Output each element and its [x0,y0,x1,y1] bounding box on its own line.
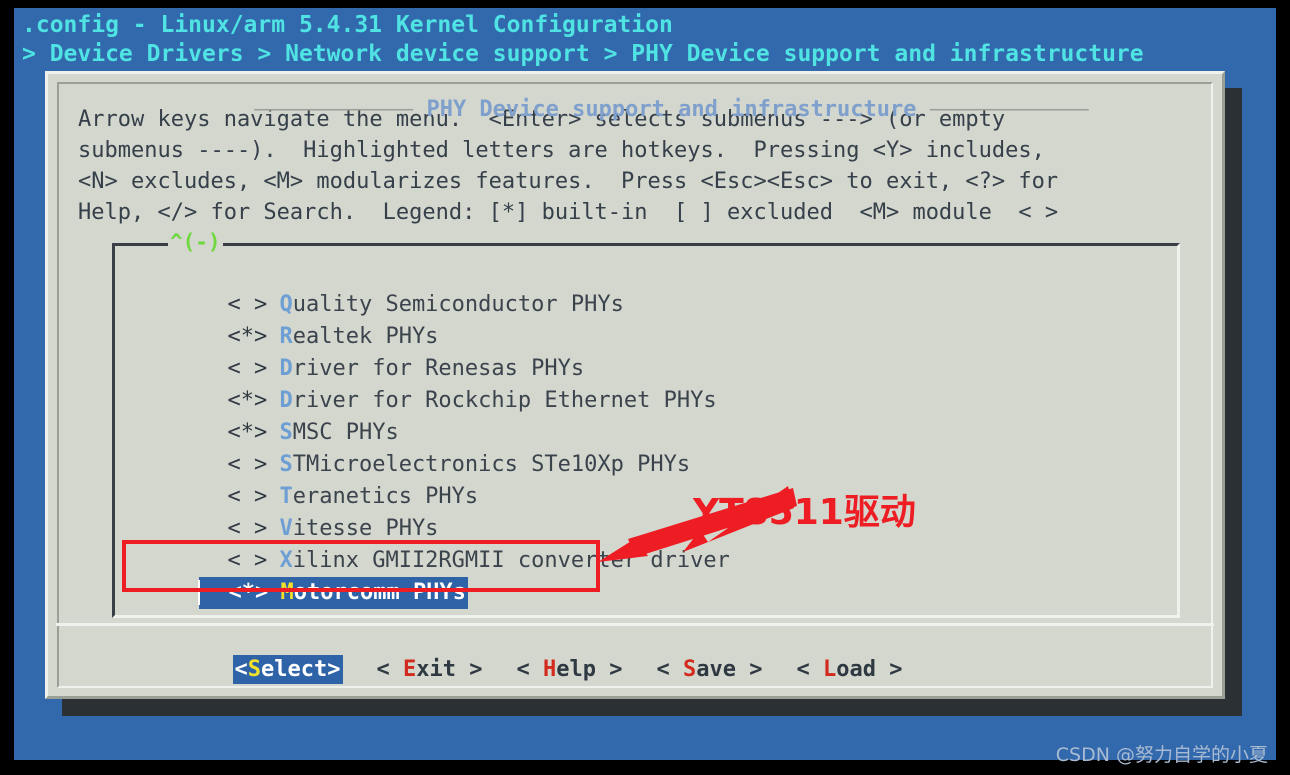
help-button-post: elp > [556,657,623,682]
menu-item-label: river for Rockchip Ethernet PHYs [292,388,717,413]
menu-item-marker: < > [227,484,268,509]
menu-item-hotkey: S [279,420,293,445]
caption-text: PHY Device support and infrastructure [426,97,917,122]
save-button[interactable]: < Save > [656,657,762,682]
menu-item-hotkey: V [279,516,293,541]
caption-rule-left: ———————————— [254,97,427,122]
caption-rule-right: ———————————— [916,97,1089,122]
save-button-post: ave > [696,657,763,682]
menu-item-hotkey: Q [279,292,293,317]
help-button[interactable]: < Help > [517,657,623,682]
menu-item-hotkey: T [279,484,293,509]
breadcrumb: > Device Drivers > Network device suppor… [22,41,1144,67]
exit-button-post: xit > [416,657,483,682]
select-button[interactable]: <Select> [232,655,343,684]
menu-item-label: itesse PHYs [292,516,439,541]
select-button-pre: < [234,657,248,682]
annotation-highlight-box [122,540,600,592]
exit-button-pre: < [376,657,404,682]
menu-item-label: TMicroelectronics STe10Xp PHYs [292,452,691,477]
load-button-post: oad > [836,657,903,682]
menu-item-label: river for Renesas PHYs [292,356,585,381]
menu-item-label: eranetics PHYs [292,484,479,509]
menu-item-hotkey: D [279,356,293,381]
menu-item-marker: <*> [227,324,268,349]
menu-item-label: uality Semiconductor PHYs [292,292,624,317]
save-button-pre: < [656,657,683,682]
config-title: .config - Linux/arm 5.4.31 Kernel Config… [22,12,673,38]
menu-item-hotkey: S [279,452,293,477]
menu-item-marker: < > [227,292,268,317]
help-button-pre: < [516,657,543,682]
menu-item-label: MSC PHYs [292,420,399,445]
save-button-hotkey: S [682,657,697,682]
button-bar: <Select> < Exit > < Help > < Save > < Load > [56,636,1214,703]
menu-item-marker: < > [227,356,268,381]
annotation-text: YT8511驱动 [693,492,916,533]
menu-item-hotkey: R [279,324,293,349]
button-bar-separator [56,623,1214,626]
select-button-hotkey: S [247,657,262,682]
menu-item-marker: <*> [227,420,268,445]
menu-item-hotkey: D [279,388,293,413]
menu-item-label: ealtek PHYs [292,324,439,349]
exit-button-hotkey: E [403,657,417,682]
menu-item-marker: < > [227,452,268,477]
scroll-up-indicator[interactable]: ^(-) [168,230,223,254]
exit-button[interactable]: < Exit > [377,657,483,682]
load-button-pre: < [796,657,823,682]
dialog-caption: ———————————— PHY Device support and infr… [0,72,1290,147]
menuconfig-screen: .config - Linux/arm 5.4.31 Kernel Config… [0,0,1290,775]
menu-item-marker: <*> [227,388,268,413]
load-button[interactable]: < Load > [796,657,902,682]
load-button-hotkey: L [822,657,837,682]
watermark: CSDN @努力自学的小夏 [1055,744,1268,766]
help-button-hotkey: H [543,657,557,682]
menu-item[interactable]: < > Quality Semiconductor PHYs [120,257,1175,317]
select-button-post: elect> [261,657,341,682]
